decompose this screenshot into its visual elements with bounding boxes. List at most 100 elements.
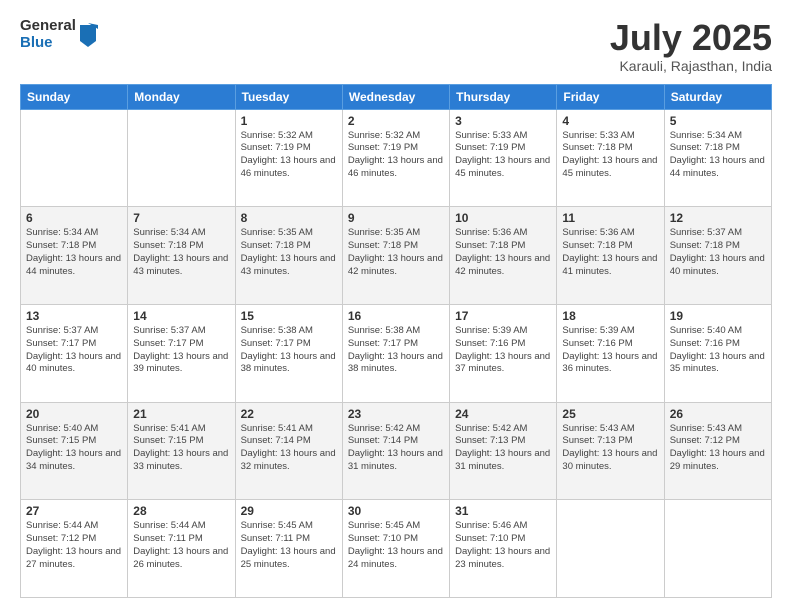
calendar-cell: 4 Sunrise: 5:33 AMSunset: 7:18 PMDayligh…	[557, 109, 664, 207]
day-info: Sunrise: 5:41 AMSunset: 7:14 PMDaylight:…	[241, 423, 336, 472]
day-info: Sunrise: 5:35 AMSunset: 7:18 PMDaylight:…	[241, 227, 336, 276]
calendar-cell: 28 Sunrise: 5:44 AMSunset: 7:11 PMDaylig…	[128, 500, 235, 598]
day-number: 22	[241, 407, 337, 421]
calendar-cell: 31 Sunrise: 5:46 AMSunset: 7:10 PMDaylig…	[450, 500, 557, 598]
day-number: 15	[241, 309, 337, 323]
calendar-cell: 12 Sunrise: 5:37 AMSunset: 7:18 PMDaylig…	[664, 207, 771, 305]
calendar-cell: 9 Sunrise: 5:35 AMSunset: 7:18 PMDayligh…	[342, 207, 449, 305]
calendar-cell: 5 Sunrise: 5:34 AMSunset: 7:18 PMDayligh…	[664, 109, 771, 207]
calendar-page: General Blue July 2025 Karauli, Rajastha…	[0, 0, 792, 612]
logo: General Blue	[20, 18, 98, 51]
day-info: Sunrise: 5:34 AMSunset: 7:18 PMDaylight:…	[26, 227, 121, 276]
day-number: 27	[26, 504, 122, 518]
calendar-cell: 10 Sunrise: 5:36 AMSunset: 7:18 PMDaylig…	[450, 207, 557, 305]
day-info: Sunrise: 5:39 AMSunset: 7:16 PMDaylight:…	[455, 325, 550, 374]
day-number: 11	[562, 211, 658, 225]
logo-general: General	[20, 18, 76, 35]
subtitle: Karauli, Rajasthan, India	[610, 58, 772, 74]
day-info: Sunrise: 5:36 AMSunset: 7:18 PMDaylight:…	[455, 227, 550, 276]
calendar-cell: 11 Sunrise: 5:36 AMSunset: 7:18 PMDaylig…	[557, 207, 664, 305]
main-title: July 2025	[610, 18, 772, 58]
day-info: Sunrise: 5:46 AMSunset: 7:10 PMDaylight:…	[455, 520, 550, 569]
day-number: 4	[562, 114, 658, 128]
day-info: Sunrise: 5:37 AMSunset: 7:17 PMDaylight:…	[133, 325, 228, 374]
day-info: Sunrise: 5:39 AMSunset: 7:16 PMDaylight:…	[562, 325, 657, 374]
week-row-3: 20 Sunrise: 5:40 AMSunset: 7:15 PMDaylig…	[21, 402, 772, 500]
calendar-cell	[21, 109, 128, 207]
logo-icon	[78, 23, 98, 47]
day-number: 28	[133, 504, 229, 518]
day-info: Sunrise: 5:42 AMSunset: 7:14 PMDaylight:…	[348, 423, 443, 472]
day-number: 26	[670, 407, 766, 421]
col-friday: Friday	[557, 84, 664, 109]
calendar-cell: 27 Sunrise: 5:44 AMSunset: 7:12 PMDaylig…	[21, 500, 128, 598]
day-number: 7	[133, 211, 229, 225]
day-number: 14	[133, 309, 229, 323]
day-info: Sunrise: 5:41 AMSunset: 7:15 PMDaylight:…	[133, 423, 228, 472]
calendar-cell	[128, 109, 235, 207]
calendar-cell: 18 Sunrise: 5:39 AMSunset: 7:16 PMDaylig…	[557, 304, 664, 402]
day-info: Sunrise: 5:35 AMSunset: 7:18 PMDaylight:…	[348, 227, 443, 276]
day-number: 31	[455, 504, 551, 518]
col-thursday: Thursday	[450, 84, 557, 109]
day-number: 25	[562, 407, 658, 421]
calendar-cell: 21 Sunrise: 5:41 AMSunset: 7:15 PMDaylig…	[128, 402, 235, 500]
calendar-cell: 30 Sunrise: 5:45 AMSunset: 7:10 PMDaylig…	[342, 500, 449, 598]
day-info: Sunrise: 5:32 AMSunset: 7:19 PMDaylight:…	[241, 130, 336, 179]
col-monday: Monday	[128, 84, 235, 109]
calendar-cell: 16 Sunrise: 5:38 AMSunset: 7:17 PMDaylig…	[342, 304, 449, 402]
day-info: Sunrise: 5:33 AMSunset: 7:19 PMDaylight:…	[455, 130, 550, 179]
calendar-cell: 25 Sunrise: 5:43 AMSunset: 7:13 PMDaylig…	[557, 402, 664, 500]
col-saturday: Saturday	[664, 84, 771, 109]
day-number: 5	[670, 114, 766, 128]
calendar-cell: 3 Sunrise: 5:33 AMSunset: 7:19 PMDayligh…	[450, 109, 557, 207]
day-info: Sunrise: 5:37 AMSunset: 7:18 PMDaylight:…	[670, 227, 765, 276]
day-info: Sunrise: 5:34 AMSunset: 7:18 PMDaylight:…	[133, 227, 228, 276]
calendar-cell: 29 Sunrise: 5:45 AMSunset: 7:11 PMDaylig…	[235, 500, 342, 598]
day-number: 1	[241, 114, 337, 128]
day-number: 8	[241, 211, 337, 225]
week-row-0: 1 Sunrise: 5:32 AMSunset: 7:19 PMDayligh…	[21, 109, 772, 207]
day-number: 10	[455, 211, 551, 225]
day-number: 6	[26, 211, 122, 225]
day-info: Sunrise: 5:40 AMSunset: 7:16 PMDaylight:…	[670, 325, 765, 374]
day-info: Sunrise: 5:38 AMSunset: 7:17 PMDaylight:…	[241, 325, 336, 374]
day-number: 18	[562, 309, 658, 323]
day-number: 19	[670, 309, 766, 323]
day-number: 13	[26, 309, 122, 323]
calendar-cell	[557, 500, 664, 598]
calendar-cell: 1 Sunrise: 5:32 AMSunset: 7:19 PMDayligh…	[235, 109, 342, 207]
calendar-cell: 7 Sunrise: 5:34 AMSunset: 7:18 PMDayligh…	[128, 207, 235, 305]
day-info: Sunrise: 5:33 AMSunset: 7:18 PMDaylight:…	[562, 130, 657, 179]
logo-blue: Blue	[20, 35, 76, 52]
day-info: Sunrise: 5:45 AMSunset: 7:10 PMDaylight:…	[348, 520, 443, 569]
calendar-cell: 24 Sunrise: 5:42 AMSunset: 7:13 PMDaylig…	[450, 402, 557, 500]
calendar-cell: 22 Sunrise: 5:41 AMSunset: 7:14 PMDaylig…	[235, 402, 342, 500]
day-number: 29	[241, 504, 337, 518]
day-number: 17	[455, 309, 551, 323]
day-number: 20	[26, 407, 122, 421]
calendar-cell: 20 Sunrise: 5:40 AMSunset: 7:15 PMDaylig…	[21, 402, 128, 500]
calendar-cell: 23 Sunrise: 5:42 AMSunset: 7:14 PMDaylig…	[342, 402, 449, 500]
calendar-cell: 8 Sunrise: 5:35 AMSunset: 7:18 PMDayligh…	[235, 207, 342, 305]
day-info: Sunrise: 5:40 AMSunset: 7:15 PMDaylight:…	[26, 423, 121, 472]
calendar-cell: 2 Sunrise: 5:32 AMSunset: 7:19 PMDayligh…	[342, 109, 449, 207]
title-block: July 2025 Karauli, Rajasthan, India	[610, 18, 772, 74]
day-info: Sunrise: 5:45 AMSunset: 7:11 PMDaylight:…	[241, 520, 336, 569]
calendar-cell: 6 Sunrise: 5:34 AMSunset: 7:18 PMDayligh…	[21, 207, 128, 305]
week-row-1: 6 Sunrise: 5:34 AMSunset: 7:18 PMDayligh…	[21, 207, 772, 305]
calendar-cell: 19 Sunrise: 5:40 AMSunset: 7:16 PMDaylig…	[664, 304, 771, 402]
day-number: 12	[670, 211, 766, 225]
day-number: 21	[133, 407, 229, 421]
calendar-cell: 26 Sunrise: 5:43 AMSunset: 7:12 PMDaylig…	[664, 402, 771, 500]
day-info: Sunrise: 5:37 AMSunset: 7:17 PMDaylight:…	[26, 325, 121, 374]
day-number: 9	[348, 211, 444, 225]
day-number: 30	[348, 504, 444, 518]
day-info: Sunrise: 5:44 AMSunset: 7:11 PMDaylight:…	[133, 520, 228, 569]
calendar-cell	[664, 500, 771, 598]
calendar-table: Sunday Monday Tuesday Wednesday Thursday…	[20, 84, 772, 598]
calendar-cell: 14 Sunrise: 5:37 AMSunset: 7:17 PMDaylig…	[128, 304, 235, 402]
day-number: 23	[348, 407, 444, 421]
day-number: 24	[455, 407, 551, 421]
day-number: 2	[348, 114, 444, 128]
